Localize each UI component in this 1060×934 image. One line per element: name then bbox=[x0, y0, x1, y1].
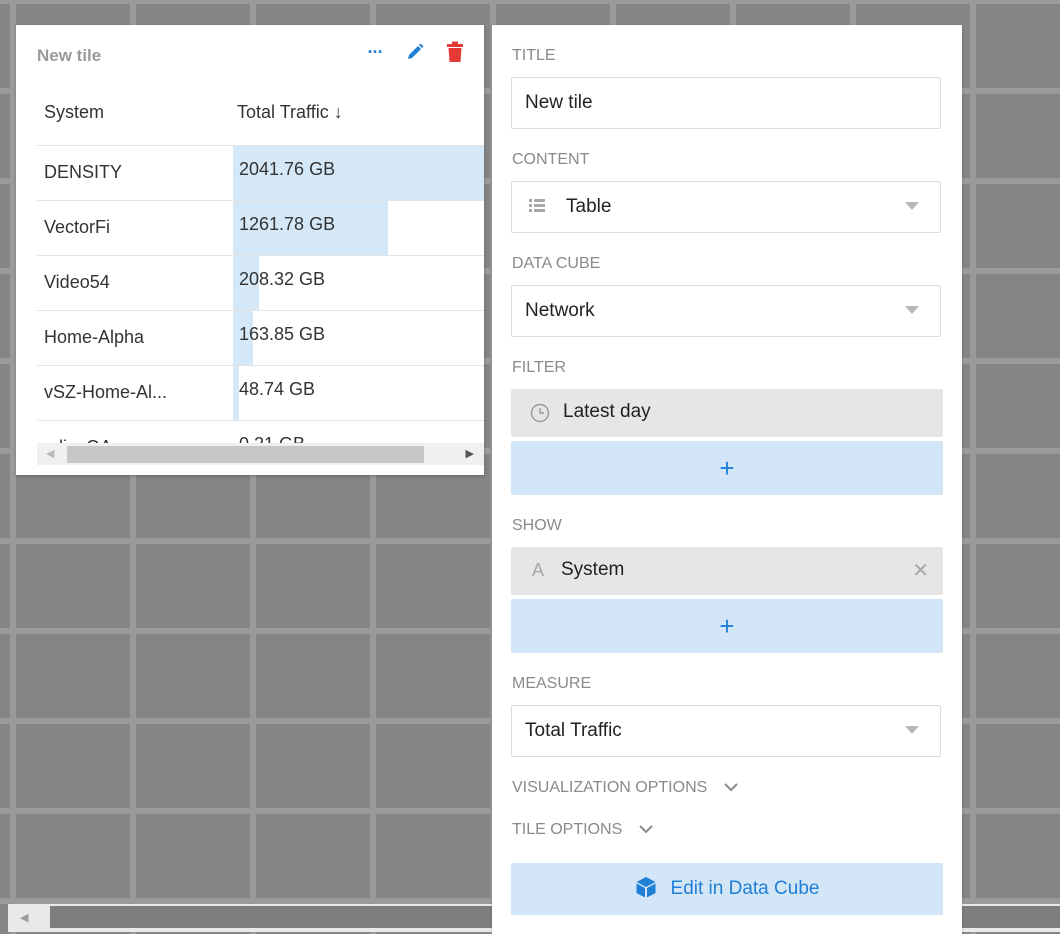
table-body: DENSITY 2041.76 GB VectorFi 1261.78 GB Video… bbox=[37, 146, 484, 475]
table-list-icon bbox=[529, 199, 545, 218]
table-row[interactable]: DENSITY 2041.76 GB bbox=[37, 146, 484, 201]
cell-total-traffic: 208.32 GB bbox=[239, 269, 326, 289]
plus-icon: + bbox=[719, 452, 735, 483]
tile-actions: ··· bbox=[362, 39, 468, 65]
visualization-options-toggle[interactable]: VISUALIZATION OPTIONS bbox=[512, 779, 738, 797]
filter-chip-label: Latest day bbox=[563, 401, 651, 422]
cell-system: vSZ-Home-Al... bbox=[44, 382, 168, 402]
content-select[interactable]: Table bbox=[511, 181, 941, 233]
cell-system: VectorFi bbox=[44, 217, 111, 237]
dashboard-tile[interactable]: New tile ··· System Total Traffic ↓ DENS… bbox=[16, 25, 484, 475]
measure-select-value: Total Traffic bbox=[525, 720, 622, 741]
content-select-value: Table bbox=[566, 196, 612, 217]
tile-settings-panel: TITLE New tile CONTENT Table DATA CUBE N… bbox=[492, 25, 962, 934]
clock-icon bbox=[530, 403, 550, 428]
filter-chip[interactable]: Latest day bbox=[511, 389, 943, 437]
measure-select[interactable]: Total Traffic bbox=[511, 705, 941, 757]
content-label: CONTENT bbox=[512, 151, 590, 168]
string-type-icon: A bbox=[532, 560, 545, 580]
add-filter-button[interactable]: + bbox=[511, 441, 943, 495]
show-label: SHOW bbox=[512, 517, 562, 534]
title-label: TITLE bbox=[512, 47, 556, 64]
table-row[interactable]: vSZ-Home-Al... 48.74 GB bbox=[37, 366, 484, 421]
scroll-left-arrow-icon[interactable]: ◀ bbox=[46, 447, 54, 460]
table-scrollbar-thumb[interactable] bbox=[67, 446, 424, 463]
table-row[interactable]: Video54 208.32 GB bbox=[37, 256, 484, 311]
close-icon[interactable]: ✕ bbox=[912, 558, 929, 583]
chevron-down-icon bbox=[638, 821, 653, 839]
scroll-left-arrow-icon[interactable]: ◀ bbox=[20, 911, 28, 924]
title-input-value: New tile bbox=[525, 92, 593, 113]
table-row[interactable]: Home-Alpha 163.85 GB bbox=[37, 311, 484, 366]
table-horizontal-scrollbar[interactable]: ◀ ▶ bbox=[37, 443, 484, 465]
show-chip[interactable]: A System ✕ bbox=[511, 547, 943, 595]
cell-system: Video54 bbox=[44, 272, 110, 292]
column-header-total-traffic[interactable]: Total Traffic ↓ bbox=[237, 102, 343, 123]
chevron-down-icon bbox=[724, 779, 738, 797]
edit-in-data-cube-label: Edit in Data Cube bbox=[670, 878, 820, 899]
tile-header: New tile ··· bbox=[16, 25, 484, 85]
edit-in-data-cube-button[interactable]: Edit in Data Cube bbox=[511, 863, 943, 915]
cell-system: DENSITY bbox=[44, 162, 123, 182]
plus-icon: + bbox=[719, 610, 735, 641]
scroll-right-arrow-icon[interactable]: ▶ bbox=[466, 447, 474, 460]
column-header-system[interactable]: System bbox=[44, 102, 104, 123]
chevron-down-icon bbox=[905, 202, 919, 210]
pencil-icon[interactable] bbox=[402, 39, 428, 65]
cell-total-traffic: 1261.78 GB bbox=[239, 214, 336, 234]
data-cube-select[interactable]: Network bbox=[511, 285, 941, 337]
data-table: System Total Traffic ↓ DENSITY 2041.76 GB… bbox=[37, 85, 484, 475]
table-row[interactable]: VectorFi 1261.78 GB bbox=[37, 201, 484, 256]
cell-total-traffic: 2041.76 GB bbox=[239, 159, 336, 179]
tile-options-label: TILE OPTIONS bbox=[512, 821, 623, 839]
title-input[interactable]: New tile bbox=[511, 77, 941, 129]
chevron-down-icon bbox=[905, 726, 919, 734]
table-header: System Total Traffic ↓ bbox=[37, 85, 484, 146]
measure-label: MEASURE bbox=[512, 675, 592, 692]
cell-system: Home-Alpha bbox=[44, 327, 145, 347]
cube-icon bbox=[635, 876, 657, 903]
cell-total-traffic: 48.74 GB bbox=[239, 379, 316, 399]
more-icon[interactable]: ··· bbox=[362, 39, 388, 65]
cell-total-traffic: 163.85 GB bbox=[239, 324, 326, 344]
show-chip-label: System bbox=[561, 559, 625, 580]
data-cube-label: DATA CUBE bbox=[512, 255, 601, 272]
chevron-down-icon bbox=[905, 306, 919, 314]
data-cube-select-value: Network bbox=[525, 300, 595, 321]
tile-title: New tile bbox=[37, 46, 102, 65]
filter-label: FILTER bbox=[512, 359, 566, 376]
trash-icon[interactable] bbox=[442, 39, 468, 65]
tile-options-toggle[interactable]: TILE OPTIONS bbox=[512, 821, 653, 839]
add-show-button[interactable]: + bbox=[511, 599, 943, 653]
visualization-options-label: VISUALIZATION OPTIONS bbox=[512, 779, 708, 797]
